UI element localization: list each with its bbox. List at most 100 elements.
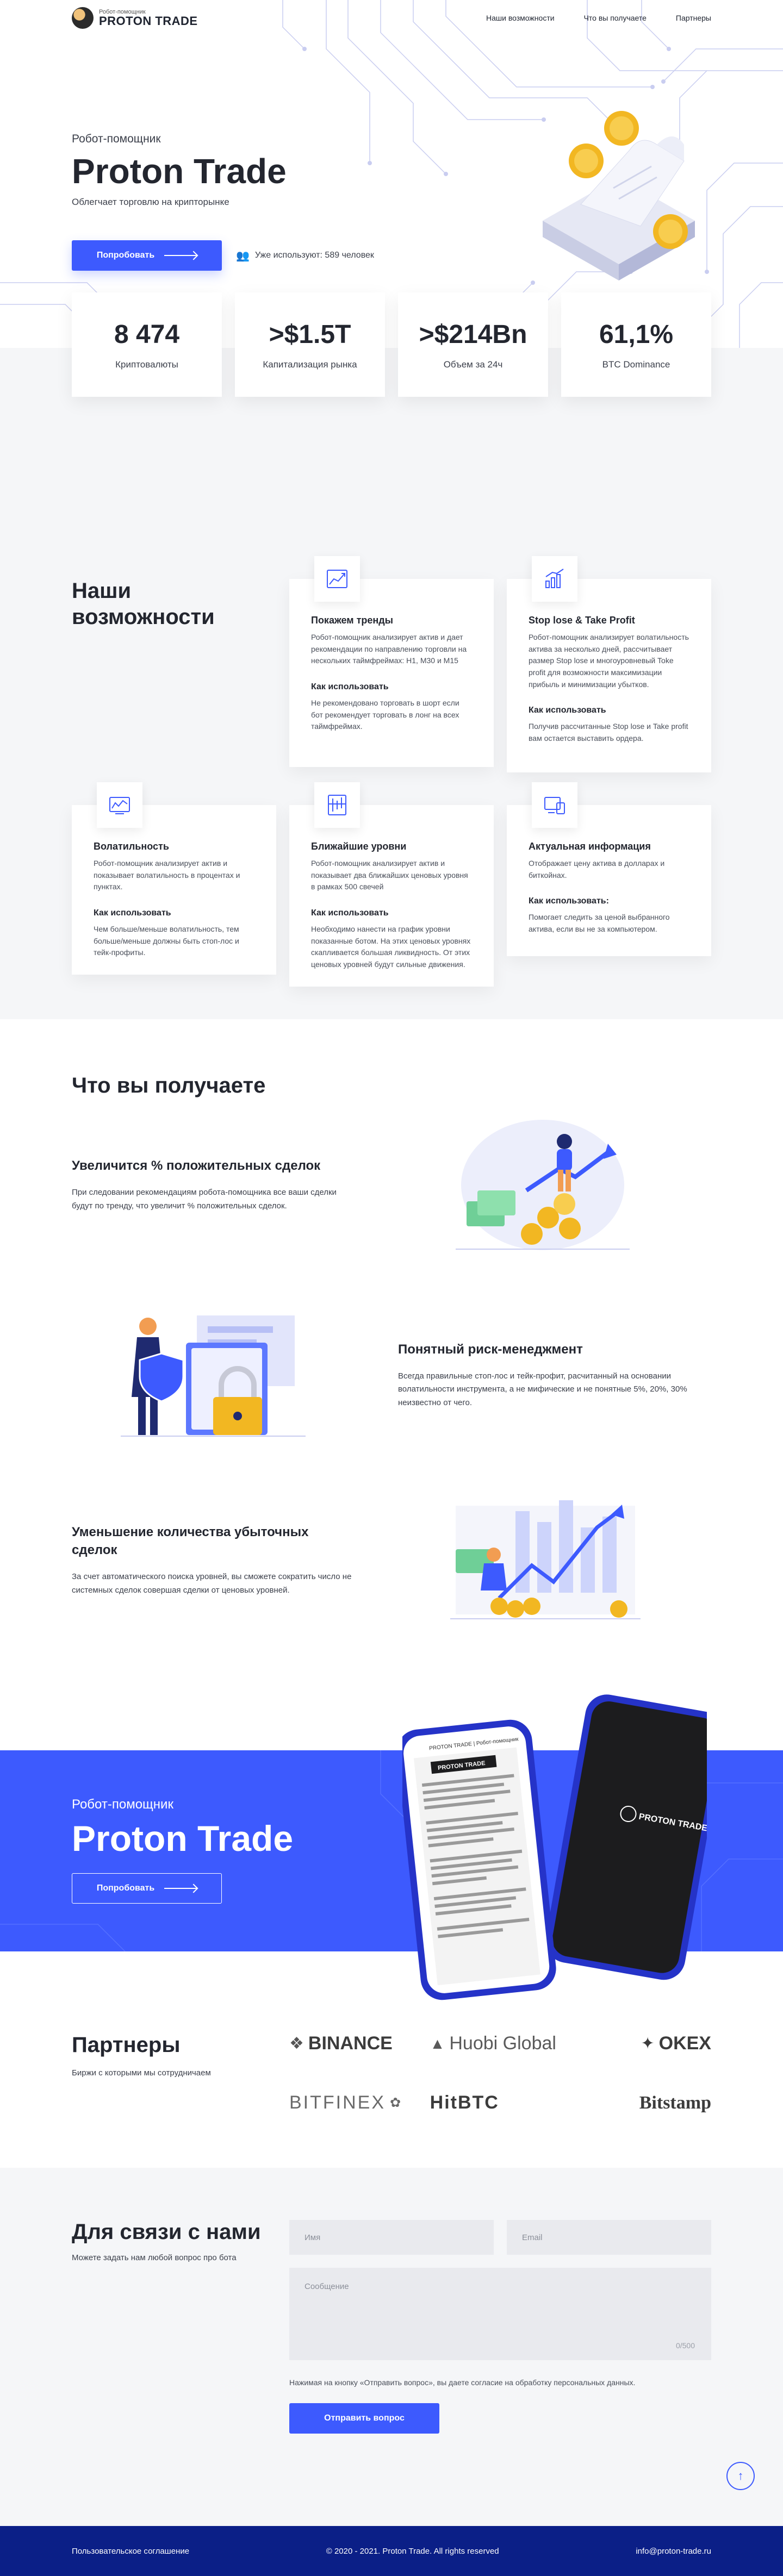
partner-name: BITFINEX xyxy=(289,2092,386,2113)
benefit-fewer-losses: Уменьшение количества убыточных сделок З… xyxy=(72,1489,711,1631)
feature-how-label: Как использовать xyxy=(311,682,389,692)
trend-chart-icon xyxy=(314,556,360,602)
partner-logos: ❖ BINANCE ▲ Huobi Global ✦ OKEX BITFINEX ✿ H… xyxy=(289,2033,711,2113)
stat-card-btc-dominance: 61,1% BTC Dominance xyxy=(561,292,711,397)
features-title-line2: возможности xyxy=(72,605,215,629)
email-field[interactable] xyxy=(507,2220,711,2255)
scroll-to-top-button[interactable]: ↑ xyxy=(726,2462,755,2490)
nav-link-partners[interactable]: Партнеры xyxy=(676,14,711,22)
coins-receipt-illustration xyxy=(543,111,695,280)
partner-name: Bitstamp xyxy=(639,2092,711,2113)
feature-card-stop-loss: Stop lose & Take Profit Робот-помощник а… xyxy=(507,556,711,772)
feature-text: Робот-помощник анализирует актив и дает … xyxy=(311,633,467,665)
partner-name: OKEX xyxy=(658,2033,711,2054)
consent-text: Нажимая на кнопку «Отправить вопрос», вы… xyxy=(289,2378,636,2387)
partners-title: Партнеры xyxy=(72,2033,181,2057)
logo-text: Робот-помощник PROTON TRADE xyxy=(99,9,198,27)
user-agreement-link[interactable]: Пользовательское соглашение xyxy=(72,2547,189,2556)
feature-card-actual-info: Актуальная информация Отображает цену ак… xyxy=(507,782,711,956)
bitfinex-leaf-icon: ✿ xyxy=(390,2095,403,2110)
feature-how-label: Как использовать xyxy=(94,908,171,918)
feature-how-text: Помогает следить за ценой выбранного акт… xyxy=(529,913,670,934)
stat-label: Криптовалюты xyxy=(115,359,178,370)
contact-form: 0/500 Нажимая на кнопку «Отправить вопро… xyxy=(289,2220,711,2434)
huobi-flame-icon: ▲ xyxy=(430,2035,445,2052)
message-char-counter: 0/500 xyxy=(675,2341,695,2350)
feature-text: Робот-помощник анализирует волатильность… xyxy=(529,633,689,689)
features-title-line1: Наши xyxy=(72,579,132,603)
stat-value: 8 474 xyxy=(114,320,180,349)
levels-icon xyxy=(314,782,360,828)
nav-link-features[interactable]: Наши возможности xyxy=(486,14,555,22)
volatility-icon xyxy=(97,782,142,828)
success-illustration xyxy=(456,1120,630,1250)
message-box: 0/500 xyxy=(289,2268,711,2363)
feature-text: Робот-помощник анализирует актив и показ… xyxy=(94,859,240,891)
contact-email-link[interactable]: info@proton-trade.ru xyxy=(636,2547,711,2556)
features-section: Наши возможности Покажем тренды Робот-по… xyxy=(0,535,783,1019)
stat-label: BTC Dominance xyxy=(602,359,670,370)
stat-label: Объем за 24ч xyxy=(443,359,503,370)
feature-how-label: Как использовать xyxy=(529,706,606,715)
name-field[interactable] xyxy=(289,2220,494,2255)
feature-card-volatility: Волатильность Робот-помощник анализирует… xyxy=(72,782,276,975)
phones-illustration: PROTON TRADE PROTON TRADE | Робот-помощн… xyxy=(402,1694,707,2000)
feature-how-text: Чем больше/меньше волатильность, тем бол… xyxy=(94,925,239,957)
feature-how-text: Необходимо нанести на график уровни пока… xyxy=(311,925,471,969)
partner-logo-binance: ❖ BINANCE xyxy=(289,2033,430,2054)
partner-name: BINANCE xyxy=(308,2033,393,2054)
okex-grid-icon: ✦ xyxy=(641,2035,655,2053)
partner-logo-hitbtc: HitBTC xyxy=(430,2092,571,2113)
stat-value: 61,1% xyxy=(599,320,674,349)
benefit-risk-management: Понятный риск-менеджмент Всегда правильн… xyxy=(72,1305,711,1446)
feature-title: Stop lose & Take Profit xyxy=(529,615,635,626)
message-field[interactable] xyxy=(289,2268,711,2360)
stat-value: >$1.5T xyxy=(269,320,351,349)
try-button[interactable]: Попробовать xyxy=(72,240,222,271)
benefit-text: При следовании рекомендациям робота-помо… xyxy=(72,1188,337,1211)
stat-label: Капитализация рынка xyxy=(263,359,357,370)
promo-try-button[interactable]: Попробовать xyxy=(72,1873,222,1904)
stat-card-volume: >$214Bn Объем за 24ч xyxy=(398,292,548,397)
feature-card-levels: Ближайшие уровни Робот-помощник анализир… xyxy=(289,782,494,987)
contact-section: Для связи с нами Можете задать нам любой… xyxy=(0,2168,783,2526)
feature-how-label: Как использовать xyxy=(311,908,389,918)
contact-description: Можете задать нам любой вопрос про бота xyxy=(72,2253,237,2262)
arrow-right-icon xyxy=(164,1888,197,1889)
benefit-text-block: Увеличится % положительных сделок При сл… xyxy=(72,1157,355,1213)
logo-mark xyxy=(72,7,94,29)
send-question-button[interactable]: Отправить вопрос xyxy=(289,2403,439,2434)
feature-how-label: Как использовать: xyxy=(529,896,609,906)
arrow-right-icon xyxy=(164,255,197,256)
partners-description: Биржи с которыми мы сотрудничаем xyxy=(72,2068,211,2078)
feature-title: Покажем тренды xyxy=(311,615,394,626)
feature-title: Ближайшие уровни xyxy=(311,841,407,852)
main-nav: Наши возможности Что вы получаете Партне… xyxy=(486,14,711,22)
site-header: Робот-помощник PROTON TRADE Наши возможн… xyxy=(0,0,783,36)
growth-chart-icon xyxy=(532,556,577,602)
benefit-text-block: Понятный риск-менеджмент Всегда правильн… xyxy=(398,1340,711,1410)
feature-text: Робот-помощник анализирует актив и показ… xyxy=(311,859,468,891)
logo-name: PROTON TRADE xyxy=(99,14,198,28)
feature-text: Отображает цену актива в долларах и битк… xyxy=(529,859,665,880)
contact-form-row xyxy=(289,2220,711,2255)
promo-banner: Робот-помощник Proton Trade Попробовать … xyxy=(0,1694,783,2000)
contact-title: Для связи с нами xyxy=(72,2220,261,2244)
users-icon: 👥 xyxy=(236,250,250,262)
stats-row: 8 474 Криптовалюты >$1.5T Капитализация … xyxy=(72,292,711,397)
features-title: Наши возможности xyxy=(72,578,215,630)
nav-link-benefits[interactable]: Что вы получаете xyxy=(584,14,647,22)
feature-title: Актуальная информация xyxy=(529,841,651,852)
feature-how-text: Не рекомендовано торговать в шорт если б… xyxy=(311,698,459,731)
feature-card-trends: Покажем тренды Робот-помощник анализируе… xyxy=(289,556,494,767)
site-logo[interactable]: Робот-помощник PROTON TRADE xyxy=(72,7,198,29)
security-illustration xyxy=(121,1315,306,1437)
benefit-text: За счет автоматического поиска уровней, … xyxy=(72,1571,352,1595)
partner-name: HitBTC xyxy=(430,2092,499,2113)
users-text: Уже используют: 589 человек xyxy=(254,251,374,260)
copyright-text: © 2020 - 2021. Proton Trade. All rights … xyxy=(326,2546,499,2556)
partner-logo-huobi: ▲ Huobi Global xyxy=(430,2033,571,2054)
partners-intro: Партнеры Биржи с которыми мы сотрудничае… xyxy=(72,2033,211,2113)
benefit-positive-deals: Увеличится % положительных сделок При сл… xyxy=(72,1109,711,1261)
benefit-text-block: Уменьшение количества убыточных сделок З… xyxy=(72,1523,355,1598)
